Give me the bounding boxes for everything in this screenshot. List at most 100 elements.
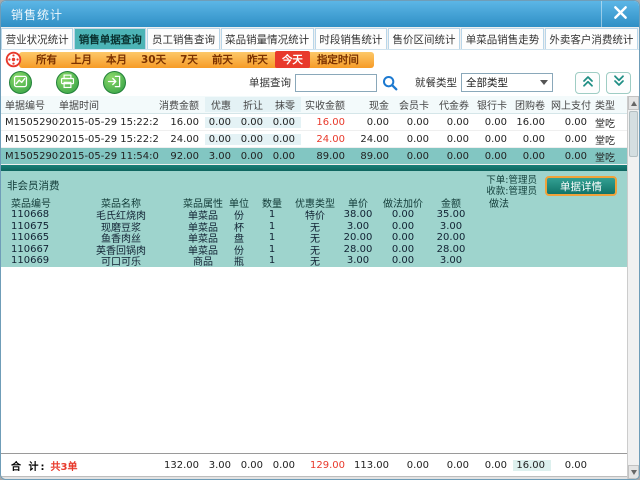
date-filter-button[interactable]: 今天: [275, 51, 310, 68]
cell-groupon: 0.00: [513, 134, 551, 145]
title-bar: 销售统计: [1, 1, 639, 27]
cell-rounding: 0.00: [269, 151, 301, 162]
col-header-amount: 消费金额: [159, 97, 205, 112]
cell-amount: 24.00: [159, 134, 205, 145]
tab-label: 销售单据查询: [79, 32, 142, 47]
cell-line-amount: 28.00: [429, 244, 473, 255]
summary-rounding: 0.00: [269, 460, 301, 471]
tab[interactable]: 单菜品销售走势: [461, 28, 544, 49]
close-button[interactable]: [601, 1, 639, 27]
cell-unit-price: 28.00: [339, 244, 377, 255]
cell-method-markup: 0.00: [377, 255, 429, 266]
tab[interactable]: 外卖客户消费统计: [545, 28, 638, 49]
tab-label: 营业状况统计: [6, 32, 69, 47]
cell-allowance: 0.00: [237, 134, 269, 145]
dining-type-select[interactable]: 全部类型: [461, 73, 553, 92]
triangle-up-icon: [631, 101, 637, 106]
order-row[interactable]: M1505290003 2015-05-29 15:22:27 16.00 0.…: [1, 114, 627, 131]
cell-order-id: M1505290001: [1, 151, 59, 162]
summary-cash: 113.00: [351, 460, 395, 471]
cell-method-markup: 0.00: [377, 209, 429, 220]
tab[interactable]: 销售单据查询: [74, 28, 146, 49]
cell-unit-price: 20.00: [339, 232, 377, 243]
order-row[interactable]: M1505290002 2015-05-29 15:22:20 24.00 0.…: [1, 131, 627, 148]
cell-dish-id: 110675: [1, 221, 61, 232]
close-icon: [613, 5, 628, 23]
tab[interactable]: 售价区间统计: [388, 28, 460, 49]
cell-method-markup: 0.00: [377, 221, 429, 232]
cell-cash: 24.00: [351, 134, 395, 145]
expand-panel-button[interactable]: [606, 72, 631, 94]
order-row[interactable]: M1505290001 2015-05-29 11:54:06 92.00 3.…: [1, 148, 627, 165]
cell-quantity: 1: [253, 232, 291, 243]
export-button[interactable]: [103, 71, 126, 94]
date-filter-button[interactable]: 本月: [99, 51, 134, 68]
double-chevron-down-icon: [611, 73, 627, 92]
cell-quantity: 1: [253, 244, 291, 255]
tab-label: 员工销售查询: [152, 32, 215, 47]
cell-voucher: 0.00: [435, 151, 475, 162]
tab[interactable]: 员工销售查询: [147, 28, 219, 49]
order-detail-button[interactable]: 单据详情: [545, 176, 617, 196]
cell-line-amount: 3.00: [429, 221, 473, 232]
dish-row[interactable]: 110669 可口可乐 商品 瓶 1 无 3.00 0.00 3.00: [1, 255, 627, 267]
cell-member-card: 0.00: [395, 134, 435, 145]
summary-row: 合 计: 共3单 132.00 3.00 0.00 0.00 129.00 11…: [1, 453, 627, 476]
sales-statistics-window: 销售统计 营业状况统计 销售单据查询 员工销售查询 菜品销量情况统计: [0, 0, 640, 480]
cell-bank-card: 0.00: [475, 117, 513, 128]
cell-amount: 16.00: [159, 117, 205, 128]
cell-voucher: 0.00: [435, 134, 475, 145]
window-title: 销售统计: [11, 6, 63, 23]
cell-discount: 0.00: [205, 134, 237, 145]
date-filter-button[interactable]: 上月: [64, 51, 99, 68]
collapse-panel-button[interactable]: [575, 72, 600, 94]
cell-method-markup: 0.00: [377, 244, 429, 255]
content-body: 单据编号 单据时间 消费金额 优惠 折让 抹零 实收金额 现金 会员卡 代金券 …: [1, 96, 639, 479]
col-header-online-pay: 网上支付: [551, 97, 593, 112]
date-filter-button[interactable]: 指定时间: [310, 51, 366, 68]
cell-amount: 92.00: [159, 151, 205, 162]
cell-rounding: 0.00: [269, 134, 301, 145]
scrollbar-thumb[interactable]: [629, 111, 638, 157]
cell-unit-price: 3.00: [339, 255, 377, 266]
tab-bar: 营业状况统计 销售单据查询 员工销售查询 菜品销量情况统计 时段销售统计 售价区…: [1, 27, 639, 50]
order-search-input[interactable]: [295, 74, 377, 92]
cell-allowance: 0.00: [237, 151, 269, 162]
tab-label: 售价区间统计: [393, 32, 456, 47]
date-filter-button[interactable]: 所有: [29, 51, 64, 68]
date-filter-button[interactable]: 7天: [173, 51, 205, 68]
scroll-down-button[interactable]: [628, 465, 639, 479]
date-filter-button[interactable]: 30天: [134, 51, 173, 68]
print-button[interactable]: [56, 71, 79, 94]
date-filter-button[interactable]: 前天: [205, 51, 240, 68]
cell-discount: 0.00: [205, 117, 237, 128]
order-detail-button-label: 单据详情: [560, 179, 602, 194]
dropdown-caret-icon: [540, 80, 548, 85]
cell-order-time: 2015-05-29 15:22:27: [59, 117, 159, 128]
summary-voucher: 0.00: [435, 460, 475, 471]
cell-bank-card: 0.00: [475, 151, 513, 162]
cell-dish-id: 110668: [1, 209, 61, 220]
col-header-voucher: 代金券: [435, 97, 475, 112]
cell-paid-amount: 24.00: [301, 134, 351, 145]
cell-voucher: 0.00: [435, 117, 475, 128]
summary-paid-amount: 129.00: [301, 460, 351, 471]
scroll-up-button[interactable]: [628, 96, 639, 110]
date-filter-button[interactable]: 昨天: [240, 51, 275, 68]
cell-dish-id: 110667: [1, 244, 61, 255]
order-detail-panel: 非会员消费 下单:管理员 收款:管理员 单据详情 菜品编号 菜品名称 菜品属性 …: [1, 171, 627, 267]
col-header-groupon: 团购卷: [513, 97, 551, 112]
tab[interactable]: 营业状况统计: [1, 28, 73, 49]
cell-cash: 0.00: [351, 117, 395, 128]
tab[interactable]: 时段销售统计: [315, 28, 387, 49]
vertical-scrollbar[interactable]: [627, 96, 639, 479]
date-filter-group: 所有 上月 本月 30天 7天 前天 昨天 今天 指定时间: [19, 52, 374, 68]
scrollbar-track[interactable]: [628, 158, 639, 465]
col-header-member-card: 会员卡: [395, 97, 435, 112]
summary-discount: 3.00: [205, 460, 237, 471]
detail-table-body: 110668 毛氏红烧肉 单菜品 份 1 特价 38.00 0.00 35.00: [1, 209, 627, 267]
cell-unit-price: 3.00: [339, 221, 377, 232]
chart-report-button[interactable]: [9, 71, 32, 94]
search-icon[interactable]: [381, 74, 399, 92]
tab[interactable]: 菜品销量情况统计: [221, 28, 314, 49]
